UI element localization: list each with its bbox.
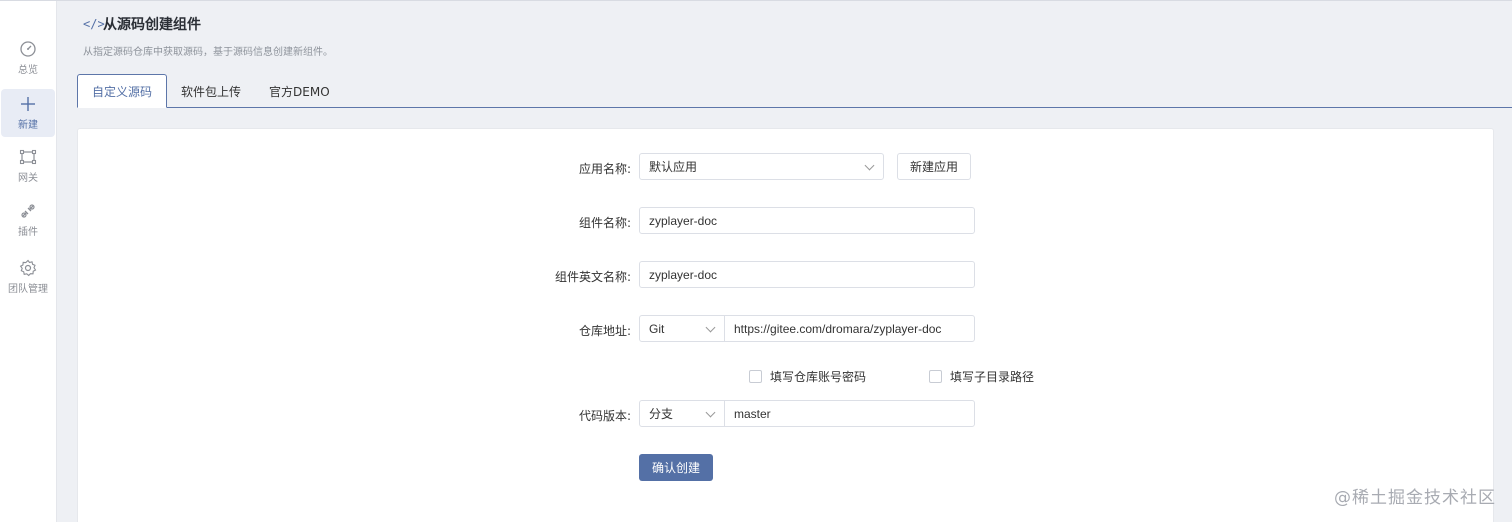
component-name-value: zyplayer-doc — [649, 213, 718, 228]
sidebar-item-overview[interactable]: 总览 — [0, 34, 56, 82]
tab-package-upload[interactable]: 软件包上传 — [167, 74, 255, 109]
repo-url-value: https://gitee.com/dromara/zyplayer-doc — [734, 321, 942, 336]
tab-bar: 自定义源码 软件包上传 官方DEMO — [77, 74, 344, 109]
sidebar-item-label: 总览 — [18, 65, 38, 76]
app-name-value: 默认应用 — [649, 160, 698, 174]
sidebar-item-label: 团队管理 — [8, 284, 48, 295]
new-app-button[interactable]: 新建应用 — [897, 153, 971, 180]
sidebar-item-label: 插件 — [18, 227, 38, 238]
version-input[interactable]: master — [724, 400, 975, 427]
gear-icon — [19, 259, 37, 277]
plugin-icon — [19, 202, 37, 220]
version-type-select[interactable]: 分支 — [639, 400, 725, 427]
dashboard-icon — [19, 40, 37, 58]
tab-official-demo[interactable]: 官方DEMO — [255, 74, 344, 109]
gateway-icon — [19, 148, 37, 166]
repo-label: 仓库地址: — [578, 324, 631, 338]
credentials-checkbox[interactable]: 填写仓库账号密码 — [749, 368, 866, 385]
sidebar-item-label: 新建 — [18, 120, 38, 131]
sidebar-item-gateway[interactable]: 网关 — [0, 142, 56, 190]
credentials-checkbox-label: 填写仓库账号密码 — [770, 370, 867, 384]
watermark: @稀土掘金技术社区 — [1334, 488, 1496, 508]
version-label: 代码版本: — [578, 409, 631, 423]
app-name-select[interactable]: 默认应用 — [639, 153, 884, 180]
repo-url-input[interactable]: https://gitee.com/dromara/zyplayer-doc — [724, 315, 975, 342]
repo-type-select[interactable]: Git — [639, 315, 725, 342]
chevron-down-icon — [705, 407, 716, 418]
version-type-value: 分支 — [649, 407, 674, 421]
repo-type-value: Git — [649, 321, 665, 336]
component-name-label: 组件名称: — [578, 216, 631, 230]
sidebar-item-new[interactable]: 新建 — [1, 89, 55, 137]
page-subtitle: 从指定源码仓库中获取源码，基于源码信息创建新组件。 — [83, 47, 333, 58]
form-card: 应用名称: 默认应用 新建应用 组件名称: zyplayer-doc 组件英文名… — [77, 128, 1494, 522]
tab-custom-source[interactable]: 自定义源码 — [77, 74, 168, 108]
checkbox-box — [749, 370, 762, 383]
subdir-checkbox[interactable]: 填写子目录路径 — [929, 368, 1034, 385]
checkbox-box — [929, 370, 942, 383]
sidebar: 总览 新建 网关 插件 团队管理 — [0, 1, 57, 522]
version-value: master — [734, 406, 771, 421]
sidebar-item-team[interactable]: 团队管理 — [0, 253, 56, 301]
component-name-input[interactable]: zyplayer-doc — [639, 207, 975, 234]
confirm-create-button[interactable]: 确认创建 — [639, 454, 713, 481]
sidebar-item-plugin[interactable]: 插件 — [0, 196, 56, 244]
code-icon: </> — [83, 17, 105, 31]
component-en-name-value: zyplayer-doc — [649, 267, 718, 282]
component-en-name-input[interactable]: zyplayer-doc — [639, 261, 975, 288]
component-en-name-label: 组件英文名称: — [554, 270, 631, 284]
page-header: </> 从源码创建组件 从指定源码仓库中获取源码，基于源码信息创建新组件。 — [83, 14, 333, 58]
page-title: 从源码创建组件 — [103, 17, 201, 33]
subdir-checkbox-label: 填写子目录路径 — [950, 370, 1035, 384]
sidebar-item-label: 网关 — [18, 173, 38, 184]
plus-icon — [19, 95, 37, 113]
chevron-down-icon — [864, 160, 875, 171]
chevron-down-icon — [705, 322, 716, 333]
app-name-label: 应用名称: — [578, 162, 631, 176]
